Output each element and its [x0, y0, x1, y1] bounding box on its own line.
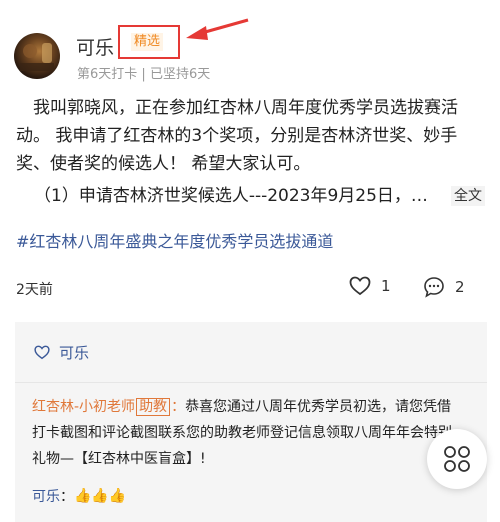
expand-full-text-button[interactable]: 全文 — [451, 186, 485, 206]
reply-comment[interactable]: 可乐 ： 👍👍👍 — [32, 486, 126, 506]
meta-separator: | — [141, 67, 146, 82]
role-badge: 助教 — [136, 398, 171, 416]
red-arrow-icon — [186, 18, 249, 40]
reply-comment[interactable]: 红杏林-小初老师 助教 ：恭喜您通过八周年优秀学员初选，请您凭借打卡截图和评论截图联… — [32, 394, 452, 472]
like-count: 1 — [381, 277, 391, 295]
comment-button[interactable]: 2 — [423, 276, 465, 298]
post-body-paragraph: 我叫郭晓风，正在参加红杏林八周年度优秀学员选拔赛活动。 我申请了红杏林的3个奖项… — [16, 98, 458, 174]
likes-row: 可乐 — [34, 342, 89, 363]
reply-author[interactable]: 可乐 — [32, 486, 60, 506]
reply-colon: ： — [60, 489, 74, 505]
floating-menu-button[interactable] — [427, 429, 487, 489]
reply-emoji: 👍👍👍 — [74, 488, 127, 504]
reply-author[interactable]: 红杏林-小初老师 — [32, 399, 135, 415]
hashtag-link[interactable]: #红杏林八周年盛典之年度优秀学员选拔通道 — [16, 228, 333, 252]
comment-count: 2 — [455, 278, 465, 296]
liker-name[interactable]: 可乐 — [59, 342, 89, 363]
post-author-name[interactable]: 可乐 — [76, 33, 114, 60]
checkin-days: 第6天打卡 — [77, 67, 138, 82]
four-petal-menu-icon — [444, 446, 470, 472]
featured-badge: 精选 — [131, 33, 164, 51]
comment-bubble-icon — [424, 277, 444, 298]
heart-outline-icon — [349, 276, 371, 296]
post-body-preview: （1）申请杏林济世奖候选人---2023年9月25日，… — [34, 186, 428, 206]
like-button[interactable]: 1 — [349, 276, 391, 296]
avatar-image — [20, 43, 54, 71]
post-timestamp: 2天前 — [16, 282, 53, 298]
heart-outline-icon — [34, 345, 50, 360]
persist-days: 已坚持6天 — [149, 67, 211, 82]
panel-divider — [15, 382, 487, 383]
avatar[interactable] — [14, 33, 60, 79]
reply-colon: ： — [171, 399, 186, 415]
checkin-meta: 第6天打卡 | 已坚持6天 — [77, 63, 210, 82]
interaction-panel: 可乐 红杏林-小初老师 助教 ：恭喜您通过八周年优秀学员初选，请您凭借打卡截图和评论… — [15, 322, 487, 522]
